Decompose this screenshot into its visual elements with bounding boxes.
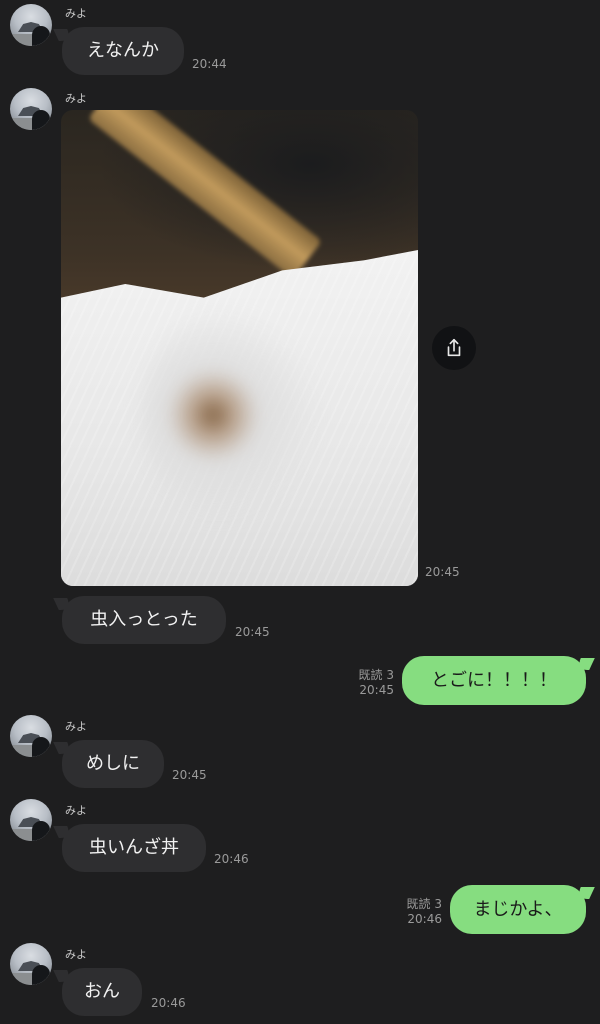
message-time: 20:44 bbox=[192, 57, 227, 71]
read-receipt: 既読 3 20:46 bbox=[386, 897, 442, 927]
message-bubble[interactable]: おん bbox=[62, 968, 142, 1016]
read-status: 既読 3 bbox=[358, 668, 394, 682]
message-bubble-sent[interactable]: まじかよ、 bbox=[450, 885, 586, 934]
sender-avatar[interactable] bbox=[10, 88, 52, 130]
read-status: 既読 3 bbox=[406, 897, 442, 911]
photo-message[interactable] bbox=[61, 110, 418, 586]
message-bubble[interactable]: 虫いんざ丼 bbox=[62, 824, 206, 872]
sender-name: みよ bbox=[65, 804, 87, 817]
read-receipt: 既読 3 20:45 bbox=[338, 668, 394, 698]
message-bubble[interactable]: めしに bbox=[62, 740, 164, 788]
message-bubble[interactable]: 虫入っとった bbox=[62, 596, 226, 644]
message-time: 20:46 bbox=[151, 996, 186, 1010]
message-bubble-sent[interactable]: とごに！！！！ bbox=[402, 656, 586, 705]
sender-name: みよ bbox=[65, 7, 87, 20]
sender-avatar[interactable] bbox=[10, 943, 52, 985]
message-time: 20:45 bbox=[359, 683, 394, 697]
sender-avatar[interactable] bbox=[10, 715, 52, 757]
message-time: 20:45 bbox=[235, 625, 270, 639]
sender-name: みよ bbox=[65, 948, 87, 961]
share-icon[interactable] bbox=[432, 326, 476, 370]
message-time: 20:46 bbox=[214, 852, 249, 866]
message-bubble[interactable]: えなんか bbox=[62, 27, 184, 75]
message-time: 20:45 bbox=[425, 565, 460, 579]
sender-avatar[interactable] bbox=[10, 4, 52, 46]
sender-name: みよ bbox=[65, 92, 87, 105]
message-time: 20:46 bbox=[407, 912, 442, 926]
sender-name: みよ bbox=[65, 720, 87, 733]
message-time: 20:45 bbox=[172, 768, 207, 782]
sender-avatar[interactable] bbox=[10, 799, 52, 841]
